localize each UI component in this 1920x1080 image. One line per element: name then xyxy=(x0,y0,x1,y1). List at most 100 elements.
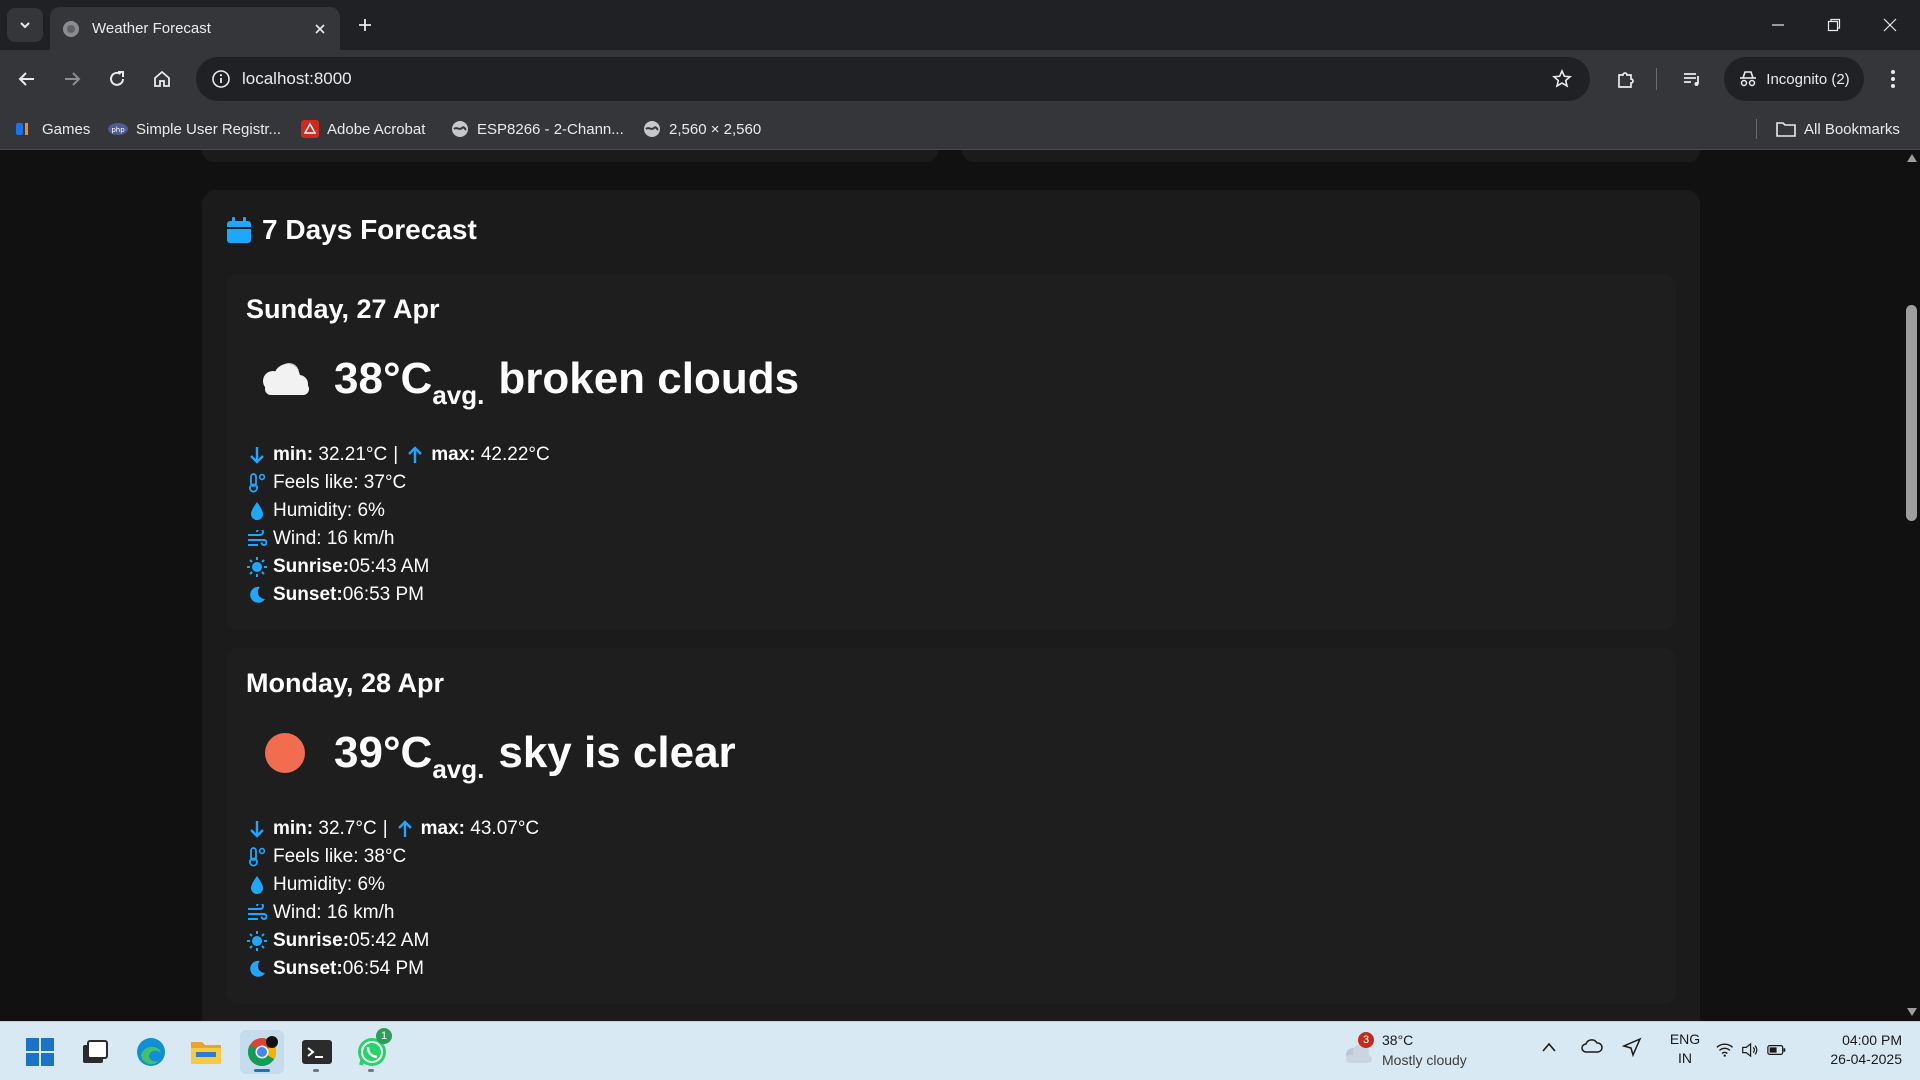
back-button[interactable] xyxy=(9,61,45,97)
all-bookmarks-button[interactable]: All Bookmarks xyxy=(1776,108,1900,150)
forward-button[interactable] xyxy=(54,61,90,97)
site-info-icon[interactable] xyxy=(208,66,234,92)
day-title: Monday, 28 Apr xyxy=(246,668,445,698)
page-scrollbar[interactable] xyxy=(1904,150,1920,1021)
feels-like-row: Feels like: 38°C xyxy=(246,843,539,871)
max-label: max: xyxy=(431,444,476,465)
bookmark-adobe-acrobat[interactable]: Adobe Acrobat xyxy=(301,108,425,150)
avg-temperature: 38°C xyxy=(334,354,433,403)
thermometer-icon xyxy=(246,846,268,868)
language-code: ENG xyxy=(1669,1031,1701,1047)
media-controls-button[interactable] xyxy=(1674,61,1710,97)
separator: | xyxy=(382,818,388,839)
humidity-row: Humidity: 6% xyxy=(246,497,550,525)
incognito-profile-button[interactable]: Incognito (2) xyxy=(1724,57,1864,101)
location-indicator[interactable] xyxy=(1621,1037,1642,1062)
wifi-icon xyxy=(1716,1043,1734,1057)
playlist-icon xyxy=(1684,73,1699,86)
reload-button[interactable] xyxy=(99,61,135,97)
edge-browser-button[interactable] xyxy=(129,1030,173,1074)
weather-widget[interactable]: 3 38°C Mostly cloudy xyxy=(1338,1028,1488,1074)
chrome-icon xyxy=(248,1036,278,1066)
weather-alert-badge: 3 xyxy=(1358,1032,1374,1048)
close-icon xyxy=(1883,18,1897,32)
day-details: min: 32.21°C | max: 42.22°C Feels like: … xyxy=(246,441,550,609)
close-tab-button[interactable] xyxy=(306,15,334,43)
input-language-button[interactable]: ENG IN xyxy=(1666,1030,1704,1068)
chrome-browser-button[interactable] xyxy=(240,1030,284,1074)
min-temp: 32.7°C xyxy=(318,818,377,839)
tab-weather-forecast[interactable]: Weather Forecast xyxy=(50,7,340,50)
quick-settings-button[interactable] xyxy=(1716,1034,1786,1066)
windows-logo-icon xyxy=(26,1038,54,1066)
onedrive-button[interactable] xyxy=(1581,1038,1603,1059)
home-icon xyxy=(154,70,170,87)
star-icon xyxy=(1552,69,1572,88)
url-text[interactable]: localhost:8000 xyxy=(242,69,1544,89)
moon-icon xyxy=(246,584,268,606)
day-title: Sunday, 27 Apr xyxy=(246,294,440,324)
php-icon: php xyxy=(108,123,128,135)
bookmark-games[interactable]: Games xyxy=(16,108,90,150)
bookmark-image-2560[interactable]: 2,560 × 2,560 xyxy=(643,108,761,150)
home-button[interactable] xyxy=(144,61,180,97)
sunset-time: 06:54 PM xyxy=(342,958,425,979)
arrow-up-icon xyxy=(394,818,416,840)
minimize-icon xyxy=(1772,24,1784,26)
task-view-button[interactable] xyxy=(73,1030,117,1074)
water-drop-icon xyxy=(246,500,268,522)
scroll-up-arrow-icon[interactable] xyxy=(1907,154,1917,162)
sunset-row: Sunset: 06:54 PM xyxy=(246,955,539,983)
chrome-menu-button[interactable] xyxy=(1875,61,1911,97)
extensions-button[interactable] xyxy=(1608,61,1644,97)
arrow-down-icon xyxy=(246,818,268,840)
wind-row: Wind: 16 km/h xyxy=(246,899,539,927)
scrollbar-thumb[interactable] xyxy=(1906,305,1917,521)
scroll-down-arrow-icon[interactable] xyxy=(1907,1008,1917,1016)
show-hidden-icons-button[interactable] xyxy=(1541,1040,1557,1058)
acrobat-icon xyxy=(301,120,319,138)
task-view-icon xyxy=(83,1040,108,1063)
more-vertical-icon xyxy=(1891,70,1895,88)
avg-label: avg. xyxy=(432,379,485,410)
forecast-day-card: Sunday, 27 Apr 38°C avg. broken clouds m… xyxy=(226,274,1676,630)
arrow-down-icon xyxy=(246,444,268,466)
arrow-right-icon xyxy=(65,72,81,86)
day-summary: 38°C avg. broken clouds xyxy=(246,349,799,410)
clock[interactable]: 04:00 PM 26-04-2025 xyxy=(1806,1031,1902,1069)
close-window-button[interactable] xyxy=(1862,0,1918,50)
sunrise-label: Sunrise: xyxy=(273,930,350,951)
onedrive-cloud-icon xyxy=(1581,1039,1603,1053)
new-tab-button[interactable] xyxy=(350,10,380,40)
clock-time: 04:00 PM xyxy=(1842,1032,1902,1048)
whatsapp-button[interactable]: 1 xyxy=(350,1028,394,1074)
minimize-button[interactable] xyxy=(1750,0,1806,50)
running-app-indicator xyxy=(368,1069,374,1072)
bookmark-star-button[interactable] xyxy=(1544,61,1580,97)
start-button[interactable] xyxy=(18,1030,62,1074)
file-explorer-button[interactable] xyxy=(184,1030,228,1074)
tab-strip: Weather Forecast xyxy=(0,0,1920,50)
moon-icon xyxy=(246,958,268,980)
wind: Wind: 16 km/h xyxy=(273,528,395,549)
day-summary: 39°C avg. sky is clear xyxy=(246,723,736,784)
bookmark-simple-user-registration[interactable]: php Simple User Registr... xyxy=(108,108,281,150)
globe-icon xyxy=(644,121,660,137)
chevron-down-icon xyxy=(20,22,30,29)
terminal-button[interactable] xyxy=(295,1030,339,1074)
svg-text:php: php xyxy=(111,126,125,134)
restore-button[interactable] xyxy=(1806,0,1862,50)
day-details: min: 32.7°C | max: 43.07°C Feels like: 3… xyxy=(246,815,539,983)
tab-search-button[interactable] xyxy=(7,8,43,42)
section-title: 7 Days Forecast xyxy=(262,214,477,245)
wind-icon xyxy=(246,528,268,550)
forecast-section: 7 Days Forecast Sunday, 27 Apr 38°C avg.… xyxy=(202,190,1700,1021)
clear-sky-sun-icon xyxy=(246,723,324,783)
wind-icon xyxy=(246,902,268,924)
avg-label: avg. xyxy=(432,753,485,784)
active-app-indicator xyxy=(254,1069,270,1072)
bookmark-esp8266[interactable]: ESP8266 - 2-Chann... xyxy=(451,108,624,150)
sunset-label: Sunset: xyxy=(273,584,343,605)
close-icon xyxy=(315,23,325,34)
address-bar[interactable]: localhost:8000 xyxy=(196,57,1590,101)
